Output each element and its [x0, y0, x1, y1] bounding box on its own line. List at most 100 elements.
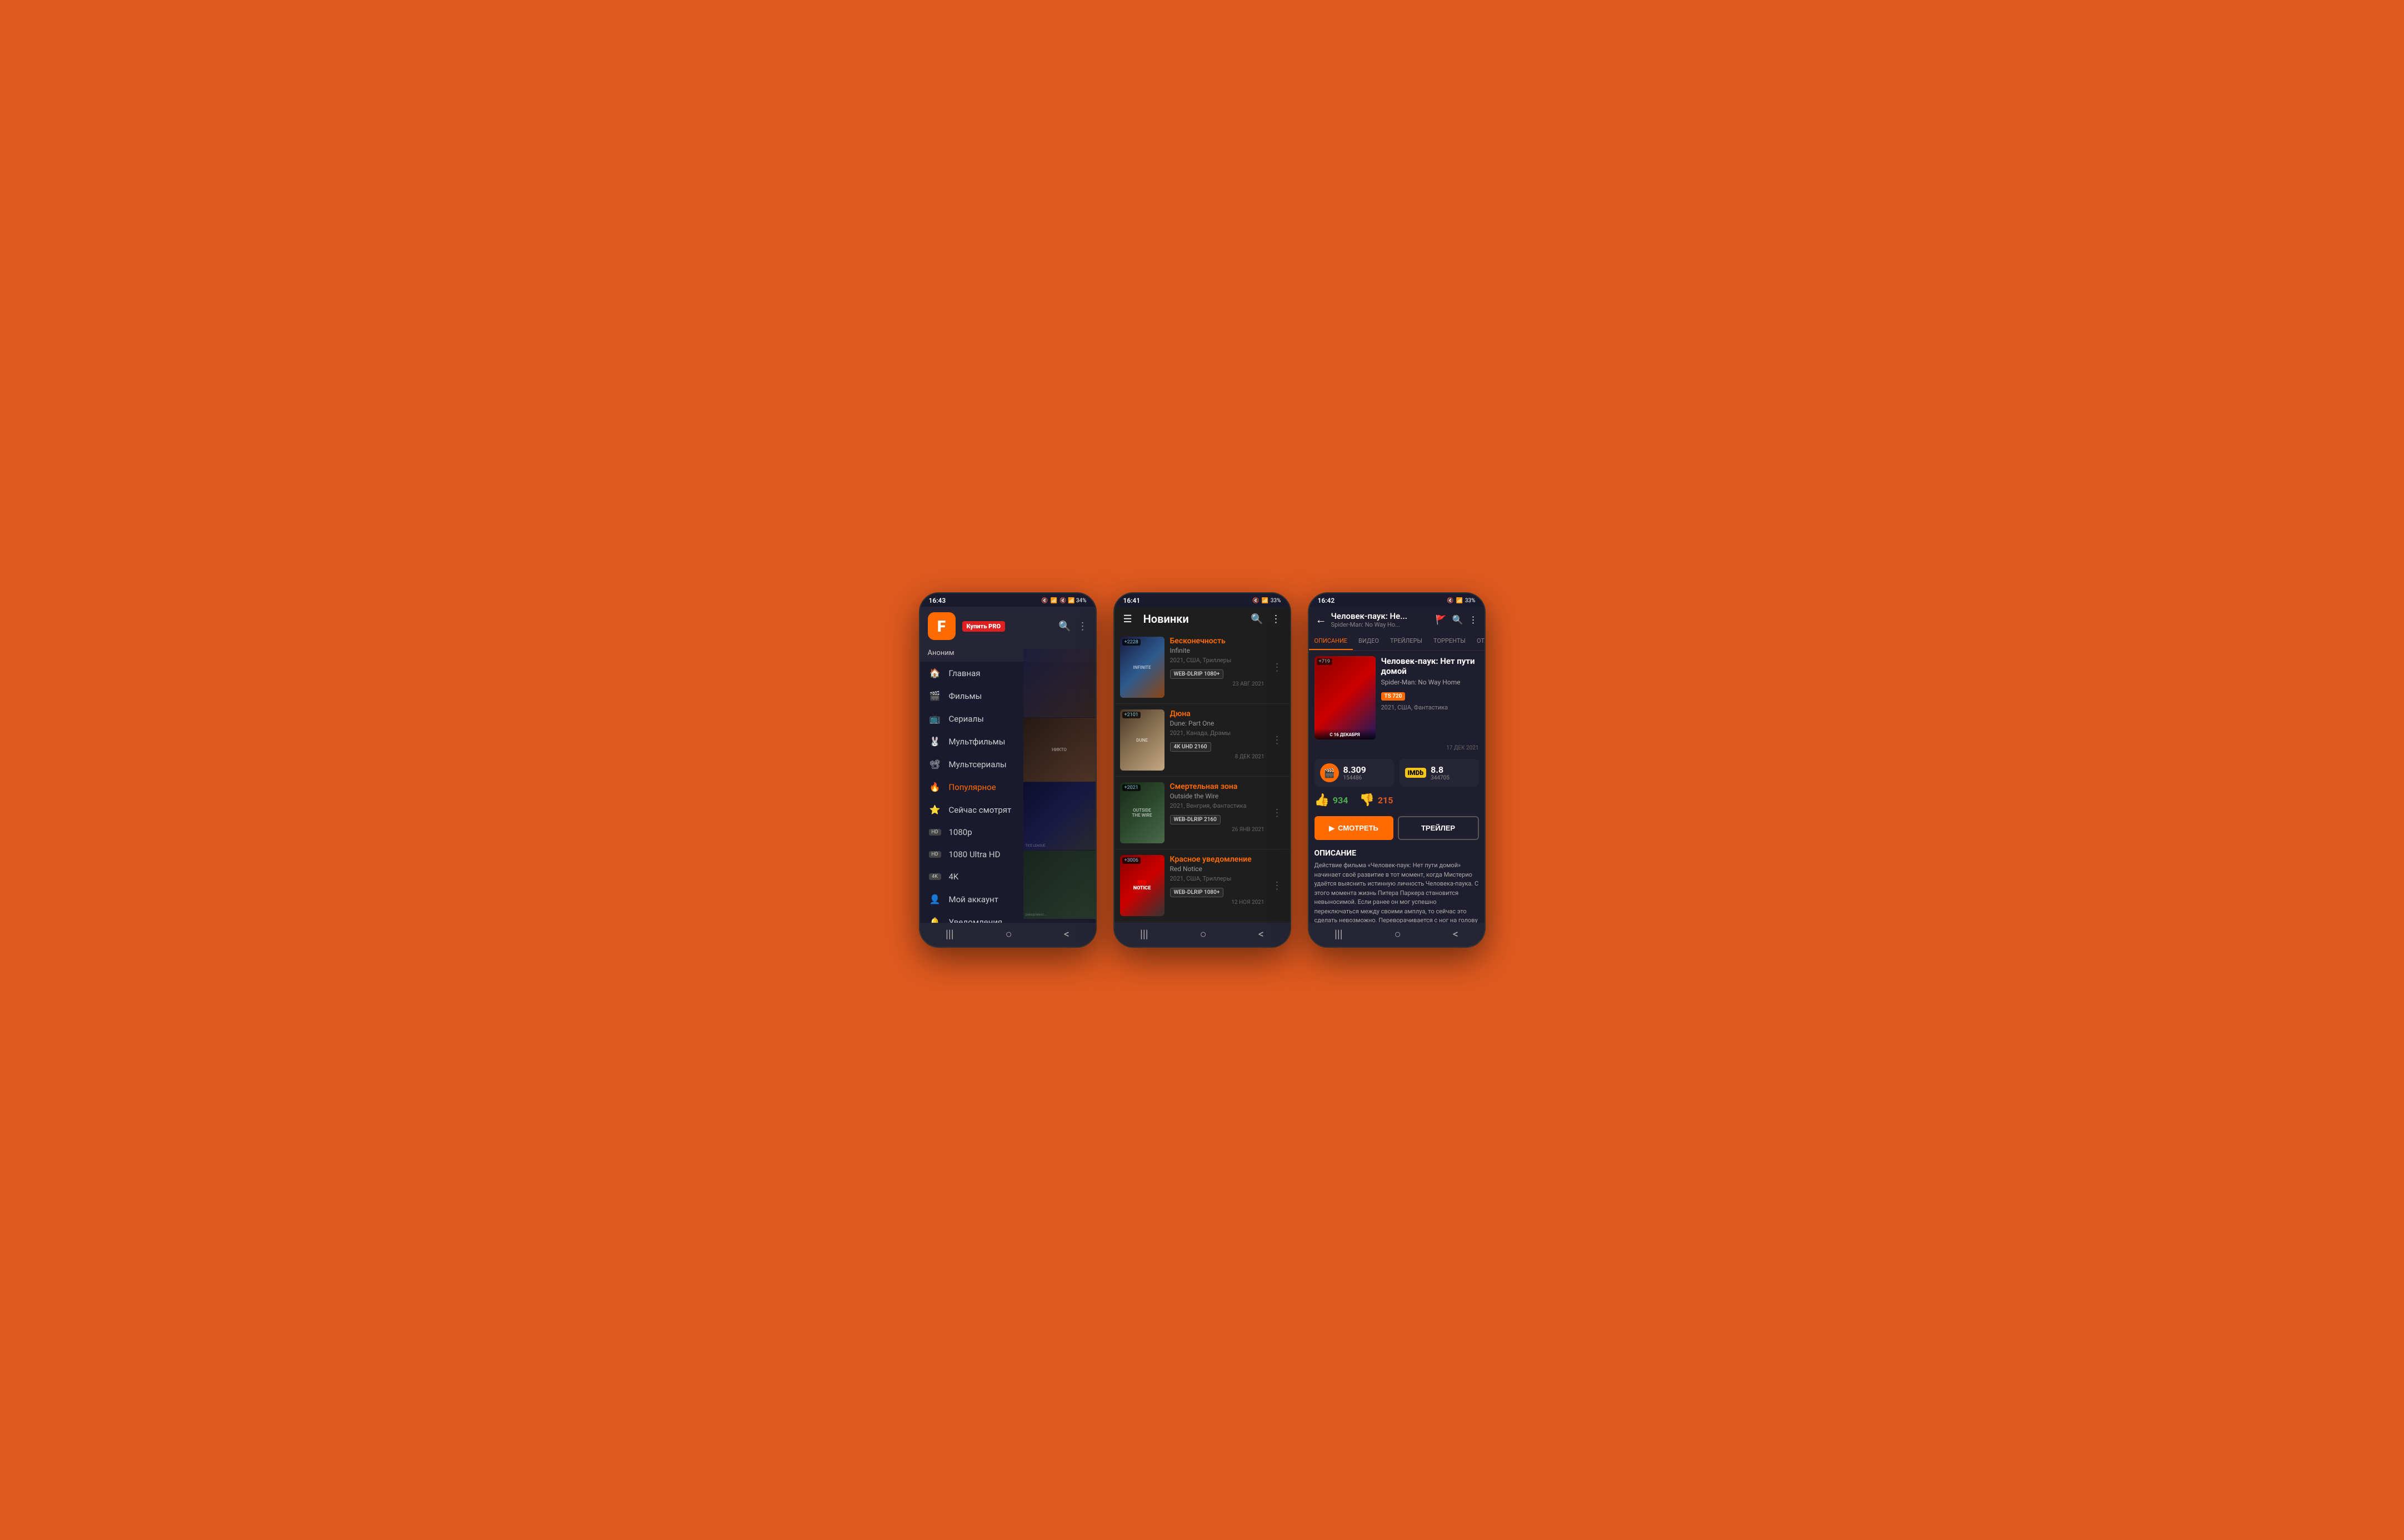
sidebar-item-1080uhd[interactable]: HD 1080 Ultra HD [920, 843, 1096, 866]
pro-badge[interactable]: Купить PRO [962, 621, 1006, 632]
kp-rating: 8.309 [1343, 764, 1366, 775]
bottom-apps-3[interactable]: ||| [1335, 927, 1343, 941]
list-item[interactable]: +1872 MORTALKOMBAT Мортал Комбат Mortal … [1114, 922, 1290, 923]
list-item[interactable]: +2228 INFINITE Бесконечность Infinite 20… [1114, 631, 1290, 704]
time-2: 16:41 [1123, 597, 1141, 604]
hd-icon-1: HD [929, 829, 941, 836]
poster-counter: +2228 [1122, 639, 1141, 646]
detail-header: ← Человек-паук: Не... Spider-Man: No Way… [1309, 607, 1485, 633]
battery-icon: 🔇 📶 34% [1059, 598, 1086, 604]
movie-date: 8 ДЕК 2021 [1170, 754, 1265, 760]
sidebar-item-watching[interactable]: ⭐ Сейчас смотрят [920, 798, 1096, 821]
movie-title-en: Red Notice [1170, 865, 1265, 873]
sidebar-item-4k[interactable]: 4K 4K [920, 866, 1096, 888]
more-icon-3[interactable]: ⋮ [1469, 614, 1478, 625]
likes-row: 👍 934 👎 215 [1309, 791, 1485, 812]
detail-header-icons: 🚩 🔍 ⋮ [1436, 614, 1478, 625]
status-icons-3: 🔇 📶 33% [1447, 598, 1475, 604]
bottom-home-2[interactable]: ○ [1200, 927, 1207, 941]
item-menu[interactable]: ⋮ [1270, 880, 1285, 892]
bottom-back-2[interactable]: < [1258, 927, 1264, 941]
phone-detail: 16:42 🔇 📶 33% ← Человек-паук: Не... Spid… [1308, 592, 1486, 948]
tab-description[interactable]: ОПИСАНИЕ [1309, 633, 1353, 650]
movie-date: 23 АВГ 2021 [1170, 681, 1265, 687]
detail-poster: +719 С 16 ДЕКАБРЯ [1315, 656, 1376, 739]
list-item[interactable]: +2101 DUNE Дюна Dune: Part One 2021, Кан… [1114, 704, 1290, 777]
hamburger-icon[interactable]: ☰ [1123, 613, 1132, 625]
movie-list[interactable]: +2228 INFINITE Бесконечность Infinite 20… [1114, 631, 1290, 923]
detail-date: 17 ДЕК 2021 [1309, 745, 1485, 754]
movie-poster-dune: +2101 DUNE [1120, 709, 1164, 771]
list-item[interactable]: +2021 OUTSIDETHE WIRE Смертельная зона O… [1114, 777, 1290, 849]
battery-2: 33% [1271, 598, 1281, 604]
tab-other[interactable]: ОТ [1471, 633, 1486, 650]
tab-torrents[interactable]: ТОРРЕНТЫ [1428, 633, 1471, 650]
movie-title-ru: Красное уведомление [1170, 855, 1265, 864]
poster-counter: +3006 [1122, 857, 1141, 864]
movie-poster-infinite: +2228 INFINITE [1120, 637, 1164, 698]
imdb-icon: IMDb [1405, 768, 1427, 778]
trailer-button[interactable]: ТРЕЙЛЕР [1398, 816, 1479, 840]
rating-block-kp: 🎬 8.309 154486 [1315, 759, 1394, 787]
movies-icon: 🎬 [929, 691, 941, 701]
rating-block-imdb: IMDb 8.8 344705 [1400, 759, 1479, 787]
detail-content: +719 С 16 ДЕКАБРЯ Человек-паук: Нет пути… [1309, 651, 1485, 923]
screen-title: Новинки [1143, 612, 1244, 626]
header-actions-2: 🔍 ⋮ [1251, 613, 1281, 625]
home-icon: 🏠 [929, 668, 941, 678]
poster-counter: +2021 [1122, 784, 1141, 791]
bottom-nav-back[interactable]: < [1064, 927, 1069, 941]
back-button[interactable]: ← [1316, 613, 1327, 627]
sidebar-item-cartoons[interactable]: 🐰 Мультфильмы [920, 730, 1096, 753]
movie-info-dune: Дюна Dune: Part One 2021, Канада, Драмы … [1170, 709, 1265, 771]
status-bar-2: 16:41 🔇 📶 33% [1114, 593, 1290, 607]
poster-counter: +2101 [1122, 712, 1141, 718]
bottom-nav-1: ||| ○ < [920, 923, 1096, 947]
list-item[interactable]: +3006 RED NOTICE Красное уведомление Red… [1114, 849, 1290, 922]
movie-title-en: Outside the Wire [1170, 792, 1265, 800]
thumbs-down-icon: 👎 [1359, 793, 1374, 807]
status-bar-1: 16:43 🔇 📶 🔇 📶 34% [920, 593, 1096, 607]
sidebar-item-account[interactable]: 👤 Мой аккаунт [920, 888, 1096, 911]
sidebar-item-movies[interactable]: 🎬 Фильмы [920, 684, 1096, 707]
bottom-back-3[interactable]: < [1453, 927, 1458, 941]
sidebar-item-home[interactable]: 🏠 Главная [920, 662, 1096, 684]
watch-button[interactable]: ▶ СМОТРЕТЬ [1315, 816, 1393, 840]
item-menu[interactable]: ⋮ [1270, 807, 1285, 819]
search-icon[interactable]: 🔍 [1058, 621, 1071, 632]
header-icons-1: 🔍 ⋮ [1058, 621, 1087, 632]
bottom-apps-2[interactable]: ||| [1140, 927, 1148, 941]
movie-title-ru: Смертельная зона [1170, 782, 1265, 791]
bottom-home-3[interactable]: ○ [1395, 927, 1401, 941]
item-menu[interactable]: ⋮ [1270, 662, 1285, 673]
movie-title-ru: Бесконечность [1170, 637, 1265, 646]
tab-video[interactable]: ВИДЕО [1353, 633, 1385, 650]
more-icon-2[interactable]: ⋮ [1271, 613, 1281, 625]
bookmark-icon[interactable]: 🚩 [1436, 614, 1447, 625]
cartoons-icon: 🐰 [929, 736, 941, 747]
like-item[interactable]: 👍 934 [1315, 793, 1348, 807]
search-icon-3[interactable]: 🔍 [1452, 614, 1463, 625]
series-icon: 📺 [929, 713, 941, 724]
search-icon-2[interactable]: 🔍 [1251, 613, 1263, 625]
movie-info-outside: Смертельная зона Outside the Wire 2021, … [1170, 782, 1265, 843]
tab-trailers[interactable]: ТРЕЙЛЕРЫ [1385, 633, 1428, 650]
animeseries-icon: 📽 [929, 759, 941, 769]
sidebar-item-popular[interactable]: 🔥 Популярное [920, 776, 1096, 798]
sidebar-item-animeseries[interactable]: 📽 Мультсериалы [920, 753, 1096, 776]
sidebar-item-1080p[interactable]: HD 1080p [920, 821, 1096, 843]
bottom-nav-apps[interactable]: ||| [946, 927, 954, 941]
kp-count: 154486 [1343, 775, 1366, 781]
4k-icon: 4K [929, 873, 941, 880]
item-menu[interactable]: ⋮ [1270, 734, 1285, 746]
more-icon[interactable]: ⋮ [1078, 621, 1088, 632]
bottom-nav-home[interactable]: ○ [1006, 927, 1012, 941]
sidebar-item-notifications[interactable]: 🔔 Уведомления [920, 911, 1096, 923]
app-logo: F [928, 612, 956, 640]
sidebar-item-series[interactable]: 📺 Сериалы [920, 707, 1096, 730]
movie-meta: 2021, Канада, Драмы [1170, 729, 1265, 737]
tabs-bar: ОПИСАНИЕ ВИДЕО ТРЕЙЛЕРЫ ТОРРЕНТЫ ОТ [1309, 633, 1485, 651]
dislike-item[interactable]: 👎 215 [1359, 793, 1393, 807]
movie-info-infinite: Бесконечность Infinite 2021, США, Трилле… [1170, 637, 1265, 698]
phones-container: 16:43 🔇 📶 🔇 📶 34% F Купить PRO 🔍 ⋮ Анони… [919, 592, 1486, 948]
